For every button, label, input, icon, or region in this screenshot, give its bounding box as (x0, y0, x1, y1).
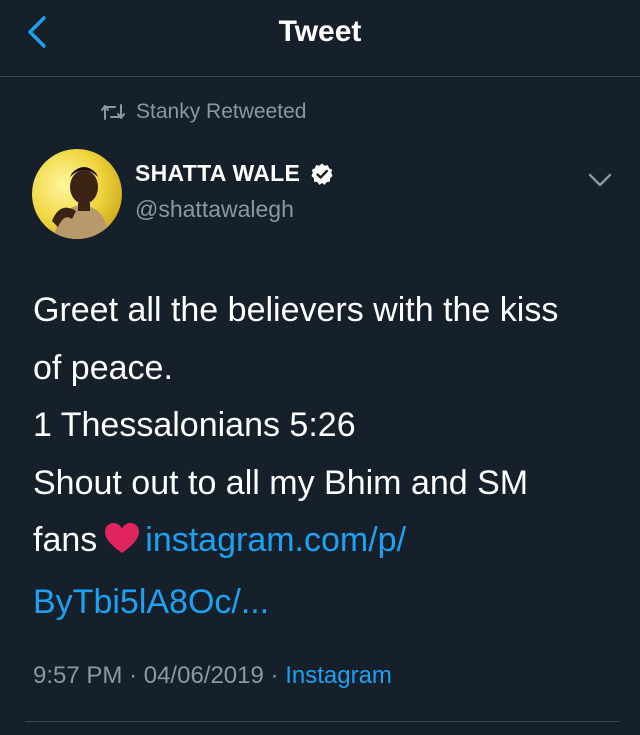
avatar[interactable] (32, 149, 122, 239)
retweet-icon (101, 104, 125, 120)
tweet-time: 9:57 PM (33, 662, 123, 689)
tweet-text-fragment: fans (33, 521, 98, 559)
instagram-link-continued[interactable]: ByTbi5lA8Oc/... (33, 574, 618, 632)
tweet-line: of peace. (33, 348, 173, 387)
author-handle[interactable]: @shattawalegh (135, 196, 294, 223)
tweet-screen: Tweet Stanky Retweeted SHATTA WALE @shat… (0, 0, 640, 735)
retweet-label: Stanky Retweeted (136, 100, 307, 123)
verified-badge-icon (311, 163, 333, 185)
top-bar: Tweet (0, 0, 640, 77)
tweet-line: 1 Thessalonians 5:26 (33, 406, 356, 444)
meta-separator: · (129, 662, 138, 689)
chevron-down-icon (588, 173, 612, 187)
retweet-indicator[interactable]: Stanky Retweeted (100, 98, 306, 126)
tweet-line: fans instagram.com/p/ (33, 512, 618, 574)
instagram-link[interactable]: instagram.com/p/ (145, 521, 406, 559)
author-display-name: SHATTA WALE (135, 160, 301, 186)
more-options-button[interactable] (584, 168, 616, 192)
tweet-line: Shout out to all my Bhim and SM (33, 463, 529, 502)
heart-emoji-icon (103, 516, 141, 574)
tweet-meta: 9:57 PM · 04/06/2019 · Instagram (33, 662, 392, 690)
tweet-date: 04/06/2019 (143, 662, 264, 689)
tweet-source-link[interactable]: Instagram (285, 662, 392, 689)
tweet-line: Greet all the believers with the kiss (33, 291, 559, 329)
divider (25, 721, 620, 722)
page-title: Tweet (278, 15, 362, 48)
tweet-text: Greet all the believers with the kiss of… (33, 282, 618, 631)
author-name-row[interactable]: SHATTA WALE (135, 160, 334, 187)
profile-photo (32, 149, 122, 239)
meta-separator: · (270, 662, 279, 689)
